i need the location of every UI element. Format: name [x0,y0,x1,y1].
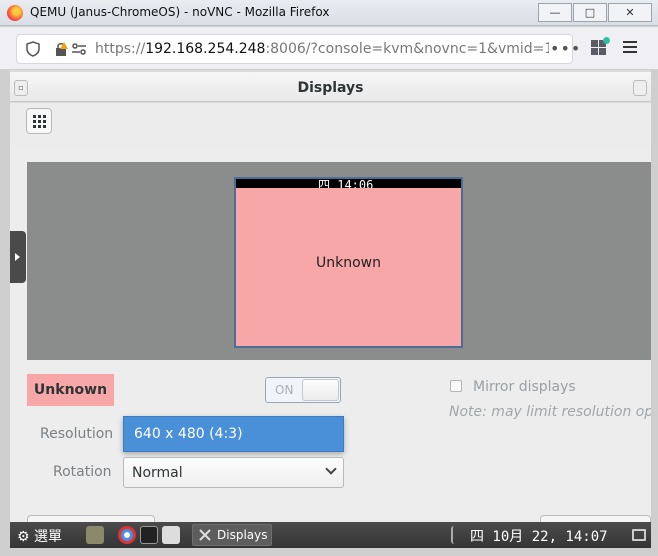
minimize-button[interactable]: — [538,3,572,22]
close-button[interactable]: ✕ [608,3,652,22]
monitor-name: Unknown [316,255,381,271]
chevron-down-icon [325,463,337,475]
extensions-icon[interactable] [591,37,610,56]
mirror-displays-checkbox[interactable] [450,380,462,392]
partial-button-right[interactable] [540,515,651,522]
app-toolbar [10,103,651,145]
resolution-dropdown-option[interactable]: 640 x 480 (4:3) [123,416,344,452]
url-text[interactable]: https://192.168.254.248:8006/?console=kv… [95,41,549,57]
show-desktop-icon[interactable] [632,529,646,541]
window-bottom-border [0,548,658,556]
url-scheme: https:// [95,41,146,57]
task-displays[interactable]: Displays [192,524,272,546]
file-manager-icon[interactable] [86,526,104,544]
switch-label: ON [275,383,294,397]
window-controls: — □ ✕ [538,3,652,22]
network-icon[interactable] [451,526,461,544]
url-path: :8006/?console=kvm&novnc=1&vmid=103& [265,41,549,57]
start-menu-label: 選單 [34,529,63,545]
hamburger-menu-icon[interactable] [623,41,637,56]
url-host: 192.168.254.248 [145,41,266,57]
rotation-select[interactable]: Normal [123,457,344,488]
novnc-control-bar-handle[interactable] [10,231,26,283]
task-displays-label: Displays [217,528,268,542]
monitor-preview[interactable]: 四 14:06 Unknown [234,177,463,348]
page-actions-button[interactable]: ••• [550,39,581,58]
mirror-displays-label: Mirror displays [473,379,576,395]
terminal-icon[interactable] [140,526,158,544]
taskbar: ⚙ 選單 Displays 四 10月 22, 14:07 [10,522,651,548]
lock-icon[interactable] [53,41,69,57]
shield-icon[interactable] [25,41,41,57]
switch-knob[interactable] [302,379,339,401]
resolution-label: Resolution [40,426,114,442]
start-menu-button[interactable]: ⚙ 選單 [17,526,62,546]
text-editor-icon[interactable] [162,526,180,544]
mirror-note: Note: may limit resolution options [449,404,651,420]
header-right-button[interactable] [633,80,647,96]
chrome-icon[interactable] [118,526,136,544]
tools-icon [199,529,211,541]
app-title: Displays [297,80,364,96]
gear-icon: ⚙ [17,529,30,545]
rotation-value: Normal [132,465,183,481]
resolution-value: 640 x 480 (4:3) [134,426,243,442]
display-on-switch[interactable]: ON [265,377,341,403]
window-title: QEMU (Janus-ChromeOS) - noVNC - Mozilla … [30,5,330,19]
show-all-settings-button[interactable] [26,108,52,134]
vnc-screen[interactable]: ▫ Displays 四 14:06 Unknown Unknown ON Mi… [10,70,651,522]
firefox-logo-icon [7,5,23,21]
monitor-top-bar: 四 14:06 [236,179,461,188]
url-bar[interactable]: https://192.168.254.248:8006/?console=kv… [16,34,580,64]
app-header-bar: ▫ Displays [10,72,651,102]
display-arrangement-area[interactable]: 四 14:06 Unknown [27,162,651,360]
display-name-badge: Unknown [27,374,114,406]
displays-panel: 四 14:06 Unknown Unknown ON Mirror displa… [10,145,651,522]
apps-grid-icon [33,115,46,128]
monitor-clock: 四 14:06 [318,179,374,188]
taskbar-clock: 四 10月 22, 14:07 [470,529,608,545]
permissions-icon[interactable] [71,41,87,57]
browser-toolbar: https://192.168.254.248:8006/?console=kv… [0,27,658,69]
rotation-label: Rotation [53,464,112,480]
browser-title-bar: QEMU (Janus-ChromeOS) - noVNC - Mozilla … [0,0,658,26]
maximize-button[interactable]: □ [573,3,607,22]
partial-button-left[interactable] [27,515,155,522]
